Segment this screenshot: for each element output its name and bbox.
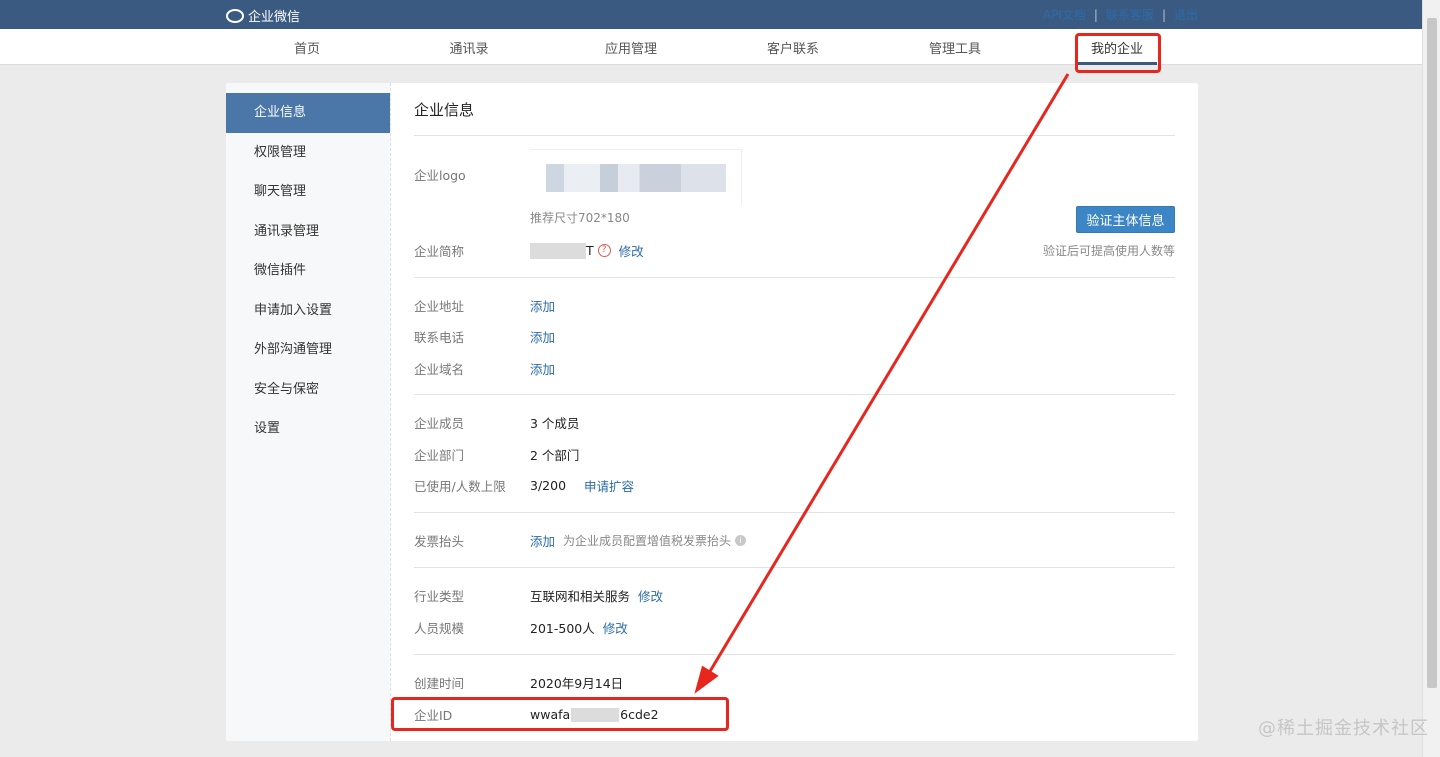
created-label: 创建时间 (414, 676, 465, 691)
sidebar-item-wechat-plugin[interactable]: 微信插件 (226, 251, 390, 291)
verify-entity-button[interactable]: 验证主体信息 (1076, 206, 1175, 233)
industry-label: 行业类型 (414, 589, 465, 604)
short-name-value: T (586, 243, 594, 258)
industry-value: 互联网和相关服务 (530, 589, 631, 604)
separator: | (1161, 7, 1166, 22)
main-nav: 首页 通讯录 应用管理 客户联系 管理工具 我的企业 (0, 29, 1422, 65)
enterprise-logo-image[interactable] (530, 149, 742, 205)
address-row: 企业地址 添加 (414, 296, 555, 315)
app-logo-text: 企业微信 (248, 10, 301, 25)
divider (414, 277, 1175, 278)
logout-link[interactable]: 退出 (1174, 6, 1198, 23)
sidebar-item-contacts-management[interactable]: 通讯录管理 (226, 212, 390, 252)
sidebar-item-external-communication[interactable]: 外部沟通管理 (226, 330, 390, 370)
invoice-row: 发票抬头 添加 为企业成员配置增值税发票抬头 i (414, 531, 747, 550)
sidebar-item-enterprise-info[interactable]: 企业信息 (226, 93, 390, 133)
divider (414, 512, 1175, 513)
members-value: 3 个成员 (530, 416, 580, 431)
invoice-label: 发票抬头 (414, 534, 465, 549)
verify-hint: 验证后可提高使用人数等 (1042, 244, 1175, 258)
add-invoice-link[interactable]: 添加 (530, 531, 555, 550)
add-address-link[interactable]: 添加 (530, 296, 555, 315)
sidebar-item-join-settings[interactable]: 申请加入设置 (226, 291, 390, 331)
nav-home[interactable]: 首页 (247, 38, 367, 57)
top-bar: 企业微信 API文档 | 联系客服 | 退出 (0, 0, 1422, 29)
separator: | (1093, 7, 1098, 22)
departments-label: 企业部门 (414, 448, 465, 463)
nav-customer-contact[interactable]: 客户联系 (733, 38, 853, 57)
logo-row: 企业logo (414, 165, 530, 184)
edit-short-name-link[interactable]: 修改 (619, 241, 644, 260)
divider (414, 394, 1175, 395)
sidebar: 企业信息 权限管理 聊天管理 通讯录管理 微信插件 申请加入设置 外部沟通管理 … (226, 83, 391, 741)
annotation-box-my-enterprise (1075, 33, 1161, 73)
nav-contacts[interactable]: 通讯录 (409, 38, 529, 57)
phone-row: 联系电话 添加 (414, 327, 555, 346)
wecom-logo-icon (226, 8, 244, 23)
scrollbar-thumb[interactable] (1427, 18, 1437, 688)
address-label: 企业地址 (414, 299, 465, 314)
invoice-hint: 为企业成员配置增值税发票抬头 (563, 534, 732, 548)
domain-row: 企业域名 添加 (414, 359, 555, 378)
domain-label: 企业域名 (414, 362, 465, 377)
main-panel: 企业信息 权限管理 聊天管理 通讯录管理 微信插件 申请加入设置 外部沟通管理 … (226, 83, 1198, 741)
top-links: API文档 | 联系客服 | 退出 (1043, 6, 1198, 23)
watermark: @稀土掘金技术社区 (1258, 718, 1429, 739)
blurred-logo (546, 164, 726, 192)
sidebar-item-settings[interactable]: 设置 (226, 409, 390, 449)
nav-app-management[interactable]: 应用管理 (571, 38, 691, 57)
apply-expansion-link[interactable]: 申请扩容 (584, 476, 634, 495)
nav-management-tools[interactable]: 管理工具 (895, 38, 1015, 57)
sidebar-item-security[interactable]: 安全与保密 (226, 370, 390, 410)
created-value: 2020年9月14日 (530, 676, 624, 691)
departments-row: 企业部门 2 个部门 (414, 445, 579, 464)
api-docs-link[interactable]: API文档 (1043, 6, 1086, 23)
logo-label: 企业logo (414, 168, 466, 183)
divider (414, 135, 1175, 136)
phone-label: 联系电话 (414, 330, 465, 345)
scale-value: 201-500人 (530, 621, 595, 636)
sidebar-item-permissions[interactable]: 权限管理 (226, 133, 390, 173)
add-domain-link[interactable]: 添加 (530, 359, 555, 378)
created-row: 创建时间 2020年9月14日 (414, 673, 623, 692)
short-name-row: 企业简称 T ? 修改 (414, 241, 644, 260)
scale-label: 人员规模 (414, 621, 465, 636)
member-limit-row: 已使用/人数上限 3/200 申请扩容 (414, 476, 634, 495)
members-row: 企业成员 3 个成员 (414, 413, 579, 432)
redacted-short-name (530, 242, 586, 259)
divider (414, 654, 1175, 655)
edit-industry-link[interactable]: 修改 (638, 586, 663, 605)
logo-size-hint: 推荐尺寸702*180 (530, 211, 630, 225)
divider (414, 567, 1175, 568)
member-limit-label: 已使用/人数上限 (414, 479, 506, 494)
app-logo[interactable]: 企业微信 (226, 6, 300, 25)
annotation-box-enterprise-id (391, 697, 729, 731)
edit-scale-link[interactable]: 修改 (603, 618, 628, 637)
info-icon[interactable]: i (735, 535, 747, 546)
members-label: 企业成员 (414, 416, 465, 431)
help-icon[interactable]: ? (597, 244, 611, 257)
short-name-label: 企业简称 (414, 244, 465, 259)
page-scrollbar[interactable] (1422, 0, 1440, 757)
contact-support-link[interactable]: 联系客服 (1106, 6, 1154, 23)
member-limit-value: 3/200 (530, 478, 567, 493)
departments-value: 2 个部门 (530, 448, 580, 463)
page-title: 企业信息 (414, 101, 475, 119)
add-phone-link[interactable]: 添加 (530, 327, 555, 346)
scale-row: 人员规模 201-500人 修改 (414, 618, 628, 637)
sidebar-item-chat-management[interactable]: 聊天管理 (226, 172, 390, 212)
industry-row: 行业类型 互联网和相关服务 修改 (414, 586, 663, 605)
